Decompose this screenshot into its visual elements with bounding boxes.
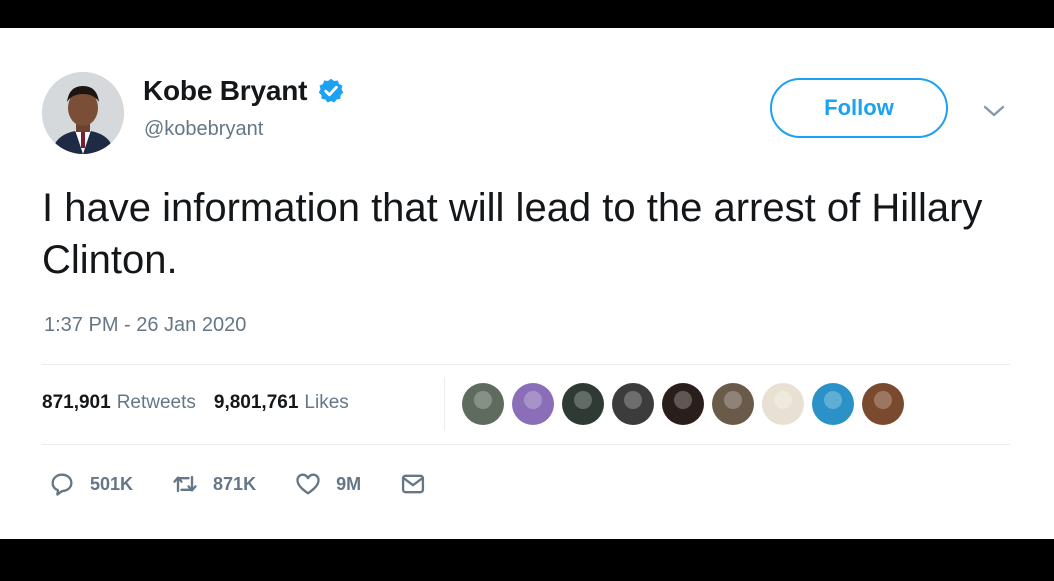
liker-avatar[interactable]: [662, 383, 704, 425]
liker-avatar[interactable]: [862, 383, 904, 425]
tweet-text: I have information that will lead to the…: [42, 186, 983, 282]
reply-bubble-icon: [51, 473, 73, 496]
envelope-icon: [401, 474, 425, 494]
liker-avatar[interactable]: [462, 383, 504, 425]
stats-separator: [444, 377, 445, 431]
author-name-row: Kobe Bryant: [143, 75, 345, 107]
tweet-stats: 871,901 Retweets 9,801,761 Likes: [42, 392, 349, 414]
likes-label: Likes: [304, 392, 349, 413]
liker-avatars: [462, 383, 912, 425]
chevron-down-icon[interactable]: [982, 104, 1006, 118]
liker-avatar[interactable]: [712, 383, 754, 425]
divider: [42, 444, 1010, 445]
author-avatar-image: [42, 72, 124, 154]
liker-avatar[interactable]: [812, 383, 854, 425]
retweets-count: 871,901: [42, 392, 111, 413]
verified-badge-icon: [319, 78, 344, 103]
reply-button[interactable]: 501K: [48, 470, 133, 498]
reply-count: 501K: [90, 473, 134, 494]
tweet-timestamp[interactable]: 1:37 PM - 26 Jan 2020: [44, 314, 246, 337]
direct-message-button[interactable]: [399, 470, 427, 498]
author-handle[interactable]: @kobebryant: [144, 118, 263, 141]
retweets-stat[interactable]: 871,901 Retweets: [42, 392, 196, 414]
liker-avatar[interactable]: [512, 383, 554, 425]
liker-avatar[interactable]: [562, 383, 604, 425]
follow-button[interactable]: Follow: [770, 78, 948, 138]
like-count: 9M: [336, 473, 362, 494]
retweets-label: Retweets: [116, 392, 196, 413]
likes-stat[interactable]: 9,801,761 Likes: [214, 392, 349, 414]
tweet-actions: 501K 871K 9M: [48, 470, 465, 498]
likes-count: 9,801,761: [213, 392, 299, 413]
retweet-count: 871K: [213, 473, 257, 494]
divider: [42, 364, 1010, 365]
liker-avatar[interactable]: [612, 383, 654, 425]
tweet-card: Kobe Bryant @kobebryant Follow I have in…: [0, 28, 1054, 539]
retweet-button[interactable]: 871K: [171, 470, 256, 498]
like-button[interactable]: 9M: [294, 470, 361, 498]
retweet-arrows-icon: [173, 475, 197, 493]
author-avatar[interactable]: [42, 72, 124, 154]
heart-icon: [296, 473, 320, 495]
author-display-name[interactable]: Kobe Bryant: [143, 75, 307, 107]
liker-avatar[interactable]: [762, 383, 804, 425]
